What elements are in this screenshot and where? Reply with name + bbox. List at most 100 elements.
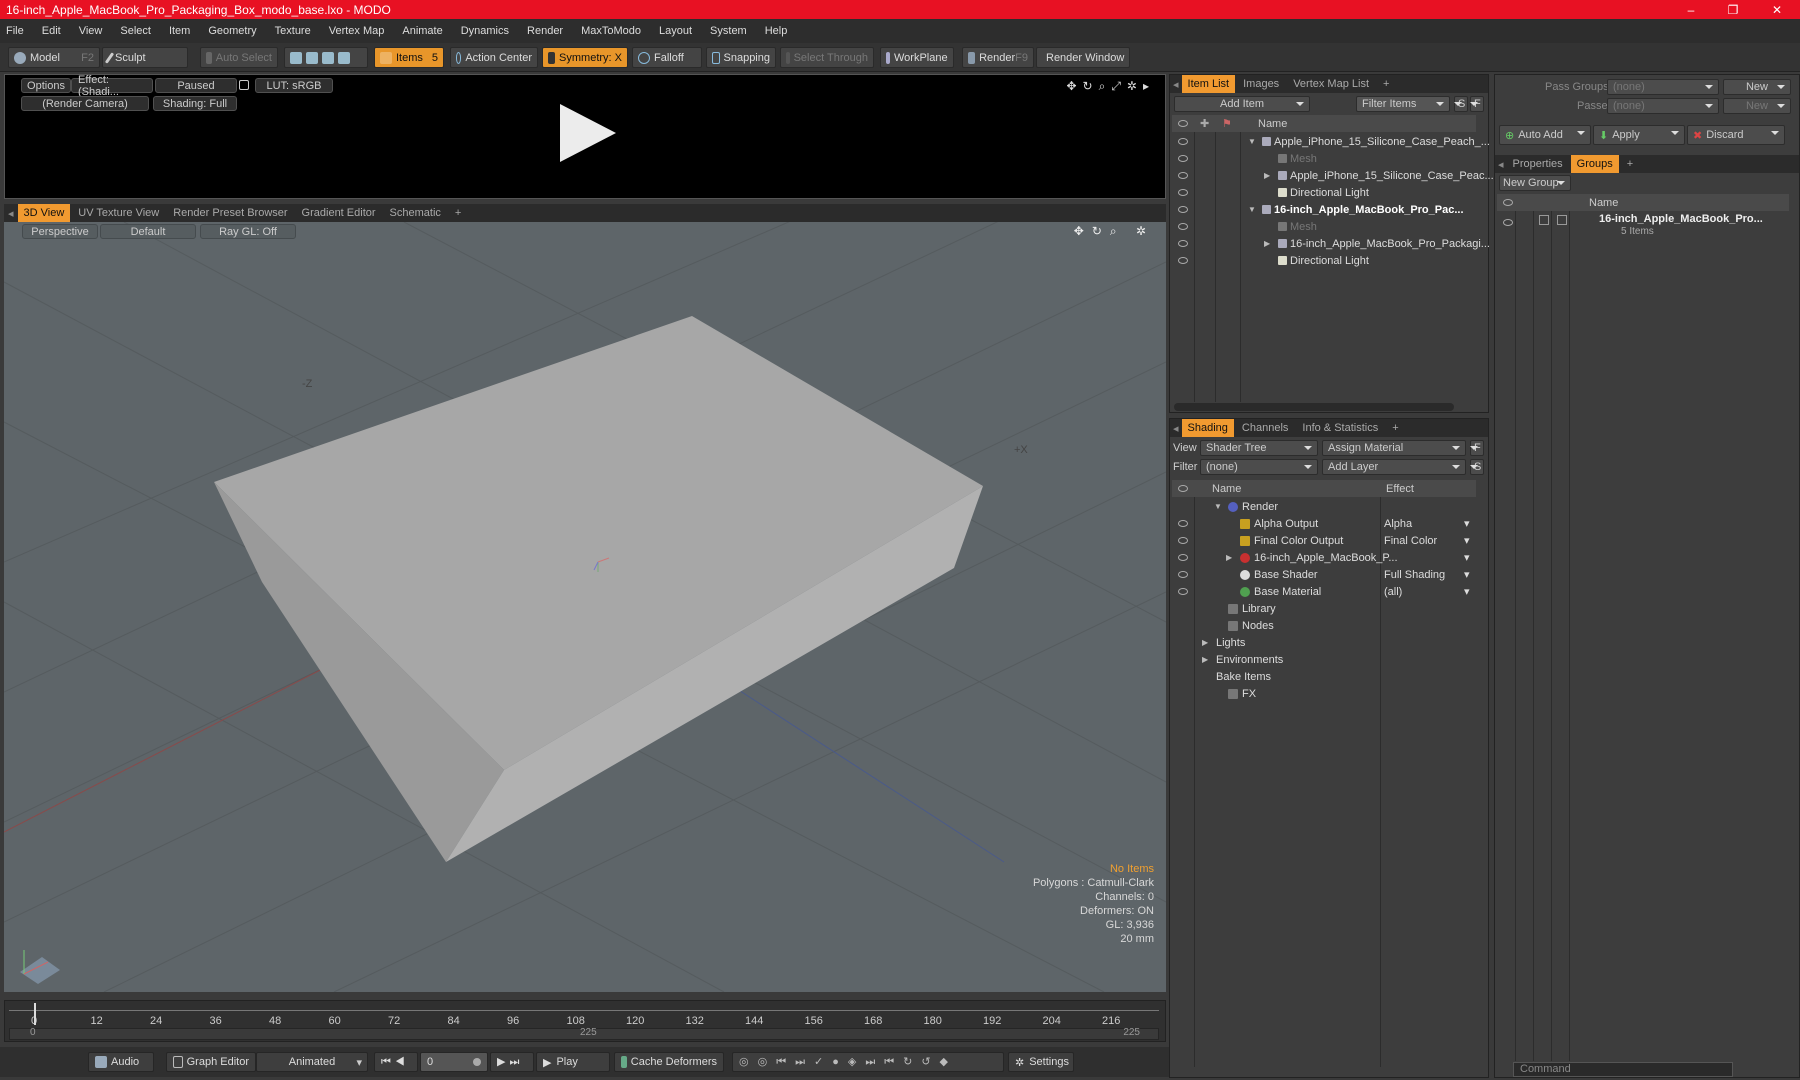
menu-system[interactable]: System — [710, 25, 747, 37]
vertex-mode-icon[interactable] — [290, 51, 302, 64]
snapping-button[interactable]: Snapping — [706, 47, 776, 68]
new-pass-group-button[interactable]: New — [1723, 79, 1791, 95]
menu-select[interactable]: Select — [120, 25, 151, 37]
material-mode-icon[interactable] — [338, 51, 350, 64]
shader-tree-row[interactable]: Base Material (all) ▾ — [1170, 583, 1480, 600]
audio-button[interactable]: Audio — [88, 1052, 154, 1072]
effect-dropdown[interactable]: Final Color — [1384, 535, 1437, 547]
tab-render-preset-browser[interactable]: Render Preset Browser — [167, 204, 293, 222]
model-mode-button[interactable]: Model F2 — [8, 47, 100, 68]
auto-add-button[interactable]: ⊕ Auto Add — [1499, 125, 1591, 145]
tab-vertex-map-list[interactable]: Vertex Map List — [1287, 75, 1375, 93]
eye-icon[interactable] — [1178, 138, 1188, 145]
new-pass-button[interactable]: New — [1723, 98, 1791, 114]
shading-dropdown[interactable]: Shading: Full — [153, 96, 237, 111]
raygl-dropdown[interactable]: Ray GL: Off — [200, 224, 296, 239]
preview-paused-button[interactable]: Paused — [155, 78, 237, 93]
menu-render[interactable]: Render — [527, 25, 563, 37]
menu-help[interactable]: Help — [765, 25, 788, 37]
shader-tree-row[interactable]: Base Shader Full Shading ▾ — [1170, 566, 1480, 583]
collapse-arrow-icon[interactable]: ▶ — [1202, 638, 1208, 647]
item-list-row[interactable]: Directional Light — [1170, 252, 1470, 269]
shader-tree-row[interactable]: ▶ Environments — [1170, 651, 1480, 668]
chevron-down-icon[interactable]: ▾ — [1464, 517, 1470, 530]
expand-arrow-icon[interactable]: ▼ — [1214, 502, 1222, 511]
default-style-dropdown[interactable]: Default — [100, 224, 196, 239]
lut-dropdown[interactable]: LUT: sRGB — [255, 78, 333, 93]
checkbox-icon[interactable] — [1539, 215, 1549, 225]
menu-edit[interactable]: Edit — [42, 25, 61, 37]
menu-maxtomodo[interactable]: MaxToModo — [581, 25, 641, 37]
item-list-row[interactable]: ▼ 16-inch_Apple_MacBook_Pro_Pac... — [1170, 201, 1470, 218]
view-dropdown[interactable]: Shader Tree — [1200, 440, 1318, 456]
eye-icon[interactable] — [1178, 588, 1188, 595]
graph-editor-button[interactable]: Graph Editor — [166, 1052, 256, 1072]
item-list-row[interactable]: ▶ Apple_iPhone_15_Silicone_Case_Peac... — [1170, 167, 1494, 184]
render-camera-dropdown[interactable]: (Render Camera) — [21, 96, 149, 111]
symmetry-button[interactable]: Symmetry: X — [542, 47, 628, 68]
animated-dropdown[interactable]: Animated ▾ — [256, 1052, 368, 1072]
maximize-button[interactable]: ❐ — [1712, 0, 1754, 19]
minimize-button[interactable]: – — [1670, 0, 1712, 19]
discard-button[interactable]: ✖ Discard — [1687, 125, 1785, 145]
eye-icon[interactable] — [1178, 554, 1188, 561]
frame-input[interactable]: 0 — [420, 1052, 488, 1072]
shader-tree-row[interactable]: Alpha Output Alpha ▾ — [1170, 515, 1480, 532]
play-button[interactable]: ▶ Play — [536, 1052, 610, 1072]
tab-properties[interactable]: Properties — [1507, 155, 1569, 173]
shader-tree-row[interactable]: Library — [1170, 600, 1480, 617]
timeline[interactable]: 0122436486072849610812013214415616818019… — [4, 1000, 1166, 1042]
eye-icon[interactable] — [1178, 257, 1188, 264]
pass-groups-dropdown[interactable]: (none) — [1607, 79, 1719, 95]
eye-icon[interactable] — [1178, 223, 1188, 230]
tab-item-list[interactable]: Item List — [1181, 75, 1236, 93]
chevron-down-icon[interactable]: ▾ — [1464, 534, 1470, 547]
expand-arrow-icon[interactable]: ▼ — [1248, 137, 1256, 146]
tab-uv-texture-view[interactable]: UV Texture View — [72, 204, 165, 222]
shader-tree-row[interactable]: ▶ Lights — [1170, 634, 1480, 651]
tab-shading[interactable]: Shading — [1181, 419, 1234, 437]
menu-item[interactable]: Item — [169, 25, 190, 37]
eye-icon[interactable] — [1178, 520, 1188, 527]
item-list-row[interactable]: Mesh — [1170, 218, 1470, 235]
checkbox-icon[interactable] — [1557, 215, 1567, 225]
shader-tree-row[interactable]: FX — [1170, 685, 1480, 702]
action-center-button[interactable]: Action Center — [450, 47, 538, 68]
command-input[interactable]: Command — [1513, 1062, 1733, 1077]
effect-dropdown[interactable]: Alpha — [1384, 518, 1412, 530]
eye-icon[interactable] — [1178, 206, 1188, 213]
item-list-row[interactable]: ▶ 16-inch_Apple_MacBook_Pro_Packagi... — [1170, 235, 1490, 252]
item-list-scrollbar[interactable] — [1174, 403, 1454, 411]
timeline-range-bar[interactable]: 0 225 225 — [9, 1027, 1159, 1040]
chevron-down-icon[interactable]: ▾ — [1464, 585, 1470, 598]
panel-menu-icon[interactable]: ◂ — [1170, 422, 1182, 435]
preview-effect-dropdown[interactable]: Effect: (Shadi... — [71, 74, 153, 98]
tab-gradient-editor[interactable]: Gradient Editor — [296, 204, 382, 222]
perspective-dropdown[interactable]: Perspective — [22, 224, 98, 239]
add-layer-dropdown[interactable]: Add Layer — [1322, 459, 1466, 475]
playhead[interactable] — [34, 1003, 36, 1025]
effect-dropdown[interactable]: (all) — [1384, 586, 1402, 598]
tab-schematic[interactable]: Schematic — [384, 204, 447, 222]
menu-geometry[interactable]: Geometry — [208, 25, 256, 37]
eye-icon[interactable] — [1178, 155, 1188, 162]
new-group-button[interactable]: New Group — [1499, 175, 1571, 191]
filter-items-input[interactable]: Filter Items — [1356, 96, 1450, 112]
menu-file[interactable]: File — [6, 25, 24, 37]
select-through-button[interactable]: Select Through — [780, 47, 874, 68]
collapse-arrow-icon[interactable]: ▶ — [1202, 655, 1208, 664]
add-tab-button[interactable]: + — [1377, 75, 1395, 93]
cache-deformers-button[interactable]: Cache Deformers — [614, 1052, 724, 1072]
eye-icon[interactable] — [1178, 172, 1188, 179]
add-item-dropdown[interactable]: Add Item — [1174, 96, 1310, 112]
eye-icon[interactable] — [1503, 219, 1513, 226]
shader-tree-row[interactable]: Final Color Output Final Color ▾ — [1170, 532, 1480, 549]
play-icon[interactable] — [556, 102, 618, 164]
filter-dropdown[interactable]: (none) — [1200, 459, 1318, 475]
group-row[interactable]: 16-inch_Apple_MacBook_Pro... 5 Items — [1495, 213, 1787, 241]
eye-icon[interactable] — [1178, 571, 1188, 578]
eye-icon[interactable] — [1178, 240, 1188, 247]
chevron-down-icon[interactable]: ▾ — [1464, 568, 1470, 581]
collapse-arrow-icon[interactable]: ▶ — [1264, 239, 1270, 248]
item-list-row[interactable]: Mesh — [1170, 150, 1470, 167]
